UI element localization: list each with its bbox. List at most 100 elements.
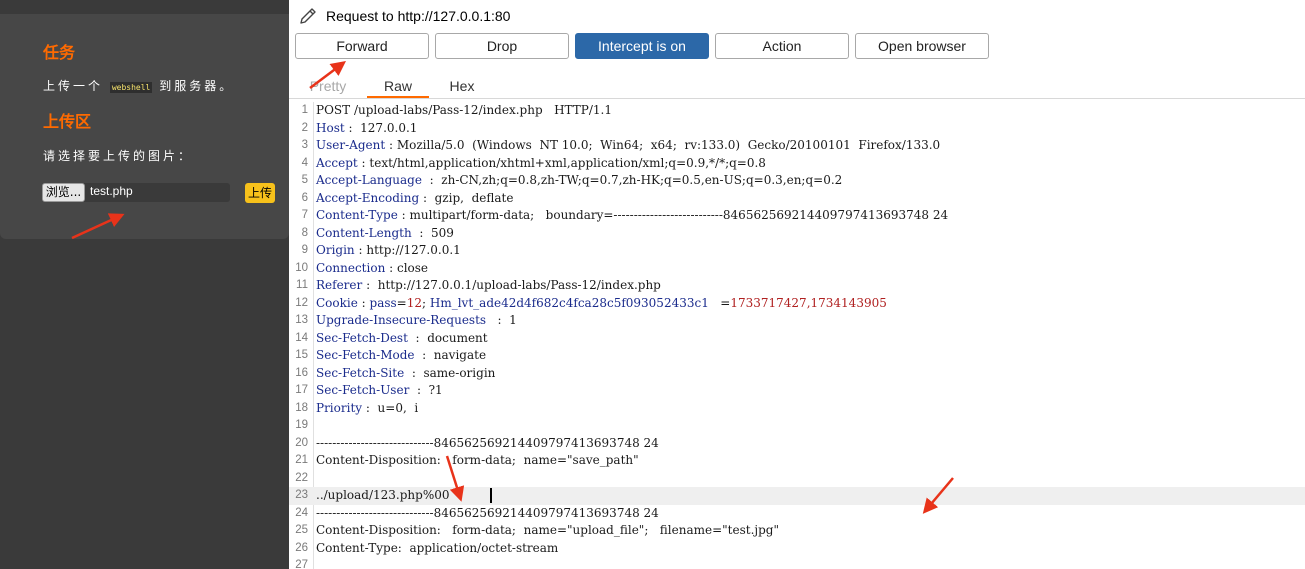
header-value: : http://127.0.0.1/upload-labs/Pass-12/i… — [362, 278, 661, 292]
tab-raw[interactable]: Raw — [367, 76, 429, 98]
upload-card: 任务 上传一个 webshell 到服务器。 上传区 请选择要上传的图片： 浏览… — [0, 14, 289, 239]
text-cursor — [490, 488, 492, 503]
task-title: 任务 — [43, 43, 76, 62]
request-line: 9 Origin : http://127.0.0.1 — [289, 242, 1305, 260]
forward-button[interactable]: Forward — [295, 33, 429, 59]
header-name: Priority — [316, 400, 363, 415]
line-number: 21 — [295, 454, 308, 466]
request-header: Request to http://127.0.0.1:80 — [297, 4, 510, 28]
upload-area-title: 上传区 — [43, 112, 92, 131]
cookie-value: 12 — [406, 295, 423, 310]
line-number: 1 — [301, 104, 308, 116]
request-line: 14 Sec-Fetch-Dest : document — [289, 330, 1305, 348]
line-number: 4 — [301, 156, 308, 169]
selected-file-name: test.php — [90, 184, 133, 198]
line-number: 16 — [295, 366, 308, 379]
cookie-value: 1733717427,1734143905 — [730, 295, 887, 310]
request-line: 10 Connection : close — [289, 260, 1305, 278]
line-content: Accept : text/html,application/xhtml+xml… — [316, 155, 766, 173]
line-number: 5 — [301, 174, 308, 186]
header-name: Sec-Fetch-Site — [316, 365, 405, 380]
header-value: : same-origin — [404, 365, 496, 380]
intercept-toggle-button[interactable]: Intercept is on — [575, 33, 709, 59]
header-value: : ?1 — [409, 383, 443, 397]
line-number: 8 — [301, 226, 308, 239]
cookie-equals: = — [708, 295, 731, 310]
task-prefix: 上传一个 — [43, 79, 104, 93]
line-number: 7 — [301, 209, 308, 221]
tab-pretty[interactable]: Pretty — [299, 76, 357, 98]
request-line: 20 -----------------------------846562569… — [289, 435, 1305, 453]
upload-button[interactable]: 上传 — [245, 183, 275, 203]
line-number: 6 — [301, 191, 308, 204]
line-content: -----------------------------84656256921… — [316, 435, 659, 450]
header-value: : 509 — [411, 225, 454, 240]
pencil-icon[interactable] — [297, 5, 319, 27]
line-number: 13 — [295, 314, 308, 326]
action-button[interactable]: Action — [715, 33, 849, 59]
line-content: Upgrade-Insecure-Requests : 1 — [316, 312, 517, 330]
line-number: 17 — [295, 384, 308, 396]
browse-button[interactable]: 浏览... — [42, 183, 85, 202]
line-number: 22 — [295, 471, 308, 484]
line-number: 10 — [295, 261, 308, 274]
request-line: 16 Sec-Fetch-Site : same-origin — [289, 365, 1305, 383]
line-number: 12 — [295, 296, 308, 309]
line-number: 27 — [295, 559, 308, 569]
request-line: 18 Priority : u=0, i — [289, 400, 1305, 418]
task-description: 上传一个 webshell 到服务器。 — [43, 77, 234, 94]
header-name: User-Agent — [316, 138, 386, 152]
drop-button[interactable]: Drop — [435, 33, 569, 59]
line-content: POST /upload-labs/Pass-12/index.php HTTP… — [316, 103, 612, 117]
line-number: 23 — [295, 489, 308, 501]
request-line: 17 Sec-Fetch-User : ?1 — [289, 382, 1305, 400]
line-content: Content-Type : multipart/form-data; boun… — [316, 207, 948, 225]
line-content: ../upload/123.php%00 — [316, 488, 458, 502]
request-line: 5 Accept-Language : zh-CN,zh;q=0.8,zh-TW;… — [289, 172, 1305, 190]
line-content: Content-Type: application/octet-stream — [316, 540, 559, 555]
header-name: Host — [316, 120, 345, 135]
header-name: Accept-Language — [316, 173, 422, 187]
line-number: 9 — [301, 244, 308, 256]
line-content: Sec-Fetch-Dest : document — [316, 330, 488, 348]
header-value: : 127.0.0.1 — [344, 120, 418, 135]
request-line: 4 Accept : text/html,application/xhtml+xm… — [289, 155, 1305, 173]
request-title: Request to http://127.0.0.1:80 — [326, 8, 511, 24]
header-value: : u=0, i — [362, 400, 419, 415]
header-name: Content-Length — [316, 225, 412, 240]
file-input[interactable]: 浏览... test.php — [42, 183, 230, 202]
line-content: User-Agent : Mozilla/5.0 (Windows NT 10.… — [316, 137, 940, 155]
request-line: 15 Sec-Fetch-Mode : navigate — [289, 347, 1305, 365]
line-number: 2 — [301, 121, 308, 134]
request-line: 11 Referer : http://127.0.0.1/upload-labs… — [289, 277, 1305, 295]
line-number: 18 — [295, 401, 308, 414]
line-content: Cookie : pass=12; Hm_lvt_ade42d4f682c4fc… — [316, 295, 887, 313]
line-number: 3 — [301, 139, 308, 151]
tab-hex[interactable]: Hex — [439, 76, 485, 98]
cookie-separator: ; — [422, 295, 430, 310]
open-browser-button[interactable]: Open browser — [855, 33, 989, 59]
header-name: Sec-Fetch-Dest — [316, 330, 408, 345]
request-line: 23 ../upload/123.php%00 — [289, 487, 1305, 505]
task-suffix: 到服务器。 — [159, 79, 235, 93]
line-number: 15 — [295, 349, 308, 361]
upload-labs-panel: 任务 上传一个 webshell 到服务器。 上传区 请选择要上传的图片： 浏览… — [0, 0, 289, 569]
request-line: 19 — [289, 417, 1305, 435]
line-content: Origin : http://127.0.0.1 — [316, 242, 461, 260]
cookie-key: pass — [369, 295, 397, 310]
header-value: : 1 — [486, 313, 517, 327]
request-line: 22 — [289, 470, 1305, 488]
request-line: 2 Host : 127.0.0.1 — [289, 120, 1305, 138]
line-content: Content-Disposition: form-data; name="sa… — [316, 453, 639, 467]
request-line: 7 Content-Type : multipart/form-data; bou… — [289, 207, 1305, 225]
line-number: 20 — [295, 436, 308, 449]
header-name: Accept — [316, 155, 358, 170]
line-content: Sec-Fetch-Mode : navigate — [316, 347, 486, 365]
line-content: Host : 127.0.0.1 — [316, 120, 417, 138]
header-value: : http://127.0.0.1 — [354, 243, 461, 257]
raw-request-editor[interactable]: 1 POST /upload-labs/Pass-12/index.php HTT… — [289, 102, 1305, 569]
line-content: Content-Length : 509 — [316, 225, 454, 243]
line-number: 19 — [295, 419, 308, 431]
request-line: 12 Cookie : pass=12; Hm_lvt_ade42d4f682c4… — [289, 295, 1305, 313]
header-value: : navigate — [414, 348, 487, 362]
